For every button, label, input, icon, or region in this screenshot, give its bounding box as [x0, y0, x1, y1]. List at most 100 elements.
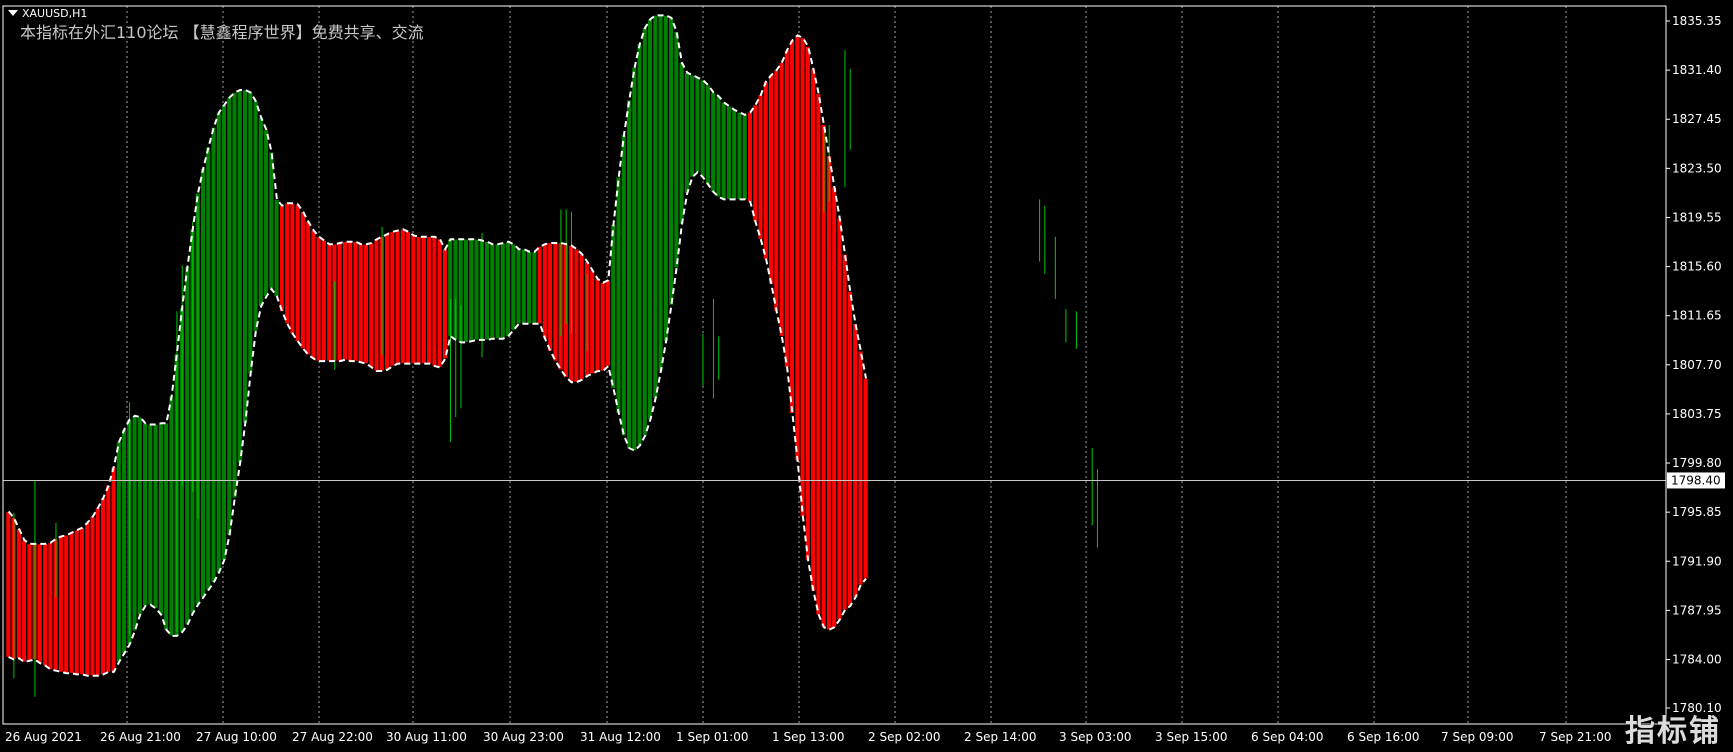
band-bar — [79, 527, 85, 675]
band-bar — [415, 236, 422, 364]
band-bar — [573, 248, 580, 383]
band-bar — [773, 69, 779, 312]
band-bar — [337, 242, 343, 362]
price-chart[interactable]: 26 Aug 2021 26 Aug 21:00 27 Aug 10:00 27 Au… — [0, 0, 1733, 752]
band-bar — [368, 242, 374, 368]
band-bar — [636, 43, 643, 446]
band-bar — [463, 238, 469, 343]
band-bar — [747, 112, 753, 203]
time-tick-label: 30 Aug 23:00 — [483, 730, 564, 744]
price-tick-label: 1799.80 — [1672, 456, 1722, 470]
time-tick-label: 26 Aug 2021 — [5, 730, 82, 744]
band-bar — [705, 84, 711, 185]
band-bar — [847, 291, 853, 607]
band-bar — [736, 112, 743, 200]
band-bar — [116, 441, 122, 663]
band-bar — [205, 146, 211, 591]
band-bar — [552, 242, 558, 362]
band-bar — [68, 532, 75, 674]
band-bar — [200, 168, 206, 598]
band-bar — [863, 378, 869, 579]
band-bar — [484, 241, 490, 341]
band-bar — [100, 497, 106, 675]
band-bar — [352, 241, 359, 362]
band-bar — [384, 233, 390, 371]
band-bar — [489, 243, 495, 339]
band-bar — [542, 243, 548, 339]
band-bar — [810, 68, 816, 592]
band-bar — [316, 236, 322, 362]
band-bar — [831, 186, 837, 628]
band-bar — [615, 176, 622, 414]
band-bar — [284, 202, 290, 325]
time-tick-label: 7 Sep 09:00 — [1441, 730, 1513, 744]
band-bar — [121, 429, 127, 654]
band-bar — [547, 242, 553, 352]
band-bar — [347, 241, 353, 362]
band-bar — [358, 243, 364, 363]
band-bar — [631, 67, 637, 451]
band-bar — [163, 422, 169, 630]
band-bar — [505, 241, 511, 337]
time-tick-label: 6 Sep 16:00 — [1347, 730, 1419, 744]
time-tick-label: 2 Sep 14:00 — [964, 730, 1036, 744]
band-bar — [700, 79, 706, 178]
band-bar — [710, 92, 716, 193]
band-bar — [326, 243, 332, 362]
price-tick-label: 1803.75 — [1672, 407, 1722, 421]
band-bar — [252, 100, 259, 332]
band-bar — [63, 534, 69, 674]
band-bar — [289, 202, 296, 335]
band-bar — [305, 221, 311, 356]
band-bar — [210, 127, 217, 583]
band-bar — [16, 528, 22, 659]
time-tick-label: 6 Sep 04:00 — [1251, 730, 1323, 744]
band-bar — [237, 89, 243, 464]
band-bar — [273, 199, 280, 297]
band-bar — [442, 248, 448, 359]
band-bar — [768, 74, 774, 285]
time-tick-label: 27 Aug 10:00 — [196, 730, 277, 744]
band-bar — [536, 246, 543, 325]
band-bar — [642, 27, 648, 436]
band-bar — [778, 62, 785, 337]
band-bar — [673, 31, 679, 269]
band-bar — [842, 253, 848, 611]
band-bar — [742, 114, 748, 200]
band-bar — [663, 15, 669, 342]
band-bar — [852, 323, 858, 598]
band-bar — [137, 416, 143, 616]
band-bar — [21, 539, 27, 663]
band-bar — [805, 46, 811, 561]
band-bar — [610, 224, 616, 389]
band-bar — [621, 134, 627, 436]
band-bar — [105, 485, 111, 673]
band-bar — [389, 231, 395, 367]
band-bar — [142, 422, 148, 607]
band-bar — [168, 395, 175, 637]
band-bar — [668, 17, 674, 306]
band-bar — [784, 49, 790, 368]
band-bar — [836, 217, 843, 621]
band-bar — [400, 228, 406, 364]
band-bar — [226, 97, 232, 536]
price-tick-label: 1784.00 — [1672, 653, 1722, 667]
band-bar — [321, 240, 327, 362]
time-tick-label: 1 Sep 01:00 — [676, 730, 748, 744]
band-bar — [857, 350, 864, 586]
price-tick-label: 1831.40 — [1672, 63, 1722, 77]
band-bar — [300, 211, 306, 349]
band-bar — [684, 72, 690, 194]
price-tick-label: 1827.45 — [1672, 112, 1722, 126]
band-bar — [184, 266, 190, 625]
band-bar — [531, 251, 537, 325]
price-tick-label: 1819.55 — [1672, 210, 1722, 224]
band-bar — [647, 18, 653, 420]
band-bar — [89, 516, 96, 676]
band-bar — [110, 466, 117, 673]
band-bar — [294, 204, 301, 342]
time-tick-label: 1 Sep 13:00 — [772, 730, 844, 744]
collapse-triangle-icon[interactable] — [8, 10, 18, 16]
band-bar — [131, 415, 138, 632]
band-bar — [84, 522, 90, 676]
